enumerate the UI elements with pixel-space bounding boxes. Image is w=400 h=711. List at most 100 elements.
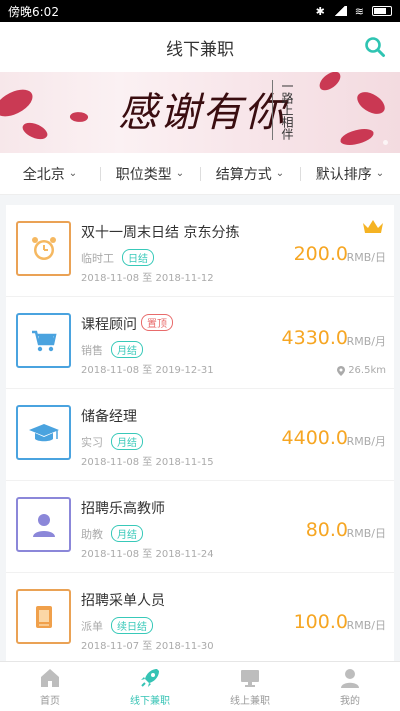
chevron-down-icon: ⌄ [175,168,185,179]
filter-label: 默认排序 [315,166,372,183]
shopping-cart-icon [31,330,57,351]
filter-settlement[interactable]: 结算方式 ⌄ [200,164,300,184]
pinned-tag: 置顶 [141,314,173,331]
job-category-text: 实习 [81,436,103,449]
job-dates: 2018-11-07 至 2018-11-30 [81,641,214,652]
job-icon-frame [16,497,71,552]
tab-offline-jobs[interactable]: 线下兼职 [100,662,200,711]
job-title-text: 课程顾问 [81,317,137,333]
settlement-tag: 续日结 [111,617,153,634]
nav-bar: 线下兼职 [0,22,400,72]
job-category-text: 派单 [81,620,103,633]
filter-sort[interactable]: 默认排序 ⌄ [300,164,400,184]
filter-job-type[interactable]: 职位类型 ⌄ [100,164,200,184]
job-item[interactable]: 招聘乐高教师 助教 月结 2018-11-08 至 2018-11-24 80.0… [6,481,394,573]
job-list: 双十一周末日结 京东分拣 临时工 日结 2018-11-08 至 2018-11-… [6,205,394,661]
job-title: 招聘乐高教师 [81,498,165,518]
settlement-tag: 月结 [111,341,143,358]
promo-banner[interactable]: 感谢有你 一路上相伴 [0,72,400,153]
tab-profile[interactable]: 我的 [300,662,400,711]
job-price: 80.0 [305,519,348,541]
bottom-tab-bar: 首页 线下兼职 线上兼职 我的 [0,661,400,711]
job-price-unit: RMB/日 [346,527,386,540]
job-icon-frame [16,313,71,368]
tab-label: 我的 [340,695,360,707]
petal-decoration [339,127,375,147]
job-icon-frame [16,405,71,460]
job-category: 助教 月结 [81,525,143,542]
tab-label: 线上兼职 [230,695,270,707]
job-title-text: 双十一周末日结 京东分拣 [81,225,240,241]
job-category-text: 临时工 [81,252,114,265]
crown-icon [363,220,383,233]
job-title: 课程顾问 置顶 [81,314,173,334]
job-price: 4330.0 [281,327,348,349]
job-category: 实习 月结 [81,433,143,450]
job-dates: 2018-11-08 至 2019-12-31 [81,365,214,376]
location-pin-icon [337,365,346,376]
chevron-down-icon: ⌄ [375,168,385,179]
job-category: 销售 月结 [81,341,143,358]
tab-label: 首页 [40,695,60,707]
banner-subtitle: 一路上相伴 [272,80,294,140]
user-icon [341,668,359,688]
status-time: 傍晚6:02 [8,4,59,19]
chevron-down-icon: ⌄ [68,168,78,179]
job-item[interactable]: 招聘采单人员 派单 续日结 2018-11-07 至 2018-11-30 100… [6,573,394,661]
job-item[interactable]: 双十一周末日结 京东分拣 临时工 日结 2018-11-08 至 2018-11-… [6,205,394,297]
monitor-icon [241,669,259,687]
job-item[interactable]: 储备经理 实习 月结 2018-11-08 至 2018-11-15 4400.0… [6,389,394,481]
job-distance-text: 26.5km [348,365,386,376]
job-category-text: 销售 [81,344,103,357]
wifi-icon: ≋ [354,4,364,18]
petal-decoration [0,85,37,121]
settlement-tag: 日结 [122,249,154,266]
settlement-tag: 月结 [111,525,143,542]
job-price-unit: RMB/日 [346,619,386,632]
pagination-dot [383,140,388,145]
job-item[interactable]: 课程顾问 置顶 销售 月结 2018-11-08 至 2019-12-31 4330… [6,297,394,389]
job-title: 储备经理 [81,406,137,426]
tab-label: 线下兼职 [130,695,170,707]
filter-label: 结算方式 [215,166,272,183]
status-bar: 傍晚6:02 ✱ ≋ [0,0,400,22]
page-title: 线下兼职 [166,39,234,60]
job-price: 4400.0 [281,427,348,449]
tab-home[interactable]: 首页 [0,662,100,711]
banner-title: 感谢有你 [118,90,286,136]
job-title-text: 招聘采单人员 [81,593,165,609]
job-icon-frame [16,589,71,644]
job-price-unit: RMB/月 [346,335,386,348]
graduation-cap-icon [28,423,59,441]
job-title-text: 招聘乐高教师 [81,501,165,517]
rocket-icon [141,668,159,687]
job-category-text: 助教 [81,528,103,541]
job-price: 100.0 [293,611,348,633]
job-dates: 2018-11-08 至 2018-11-24 [81,549,214,560]
person-icon [32,513,55,537]
petal-decoration [353,86,389,120]
search-icon[interactable] [364,36,386,58]
home-icon [41,668,59,687]
job-price: 200.0 [293,243,348,265]
battery-icon [372,6,392,16]
job-title: 双十一周末日结 京东分拣 [81,222,239,242]
filter-bar: 全北京 ⌄ 职位类型 ⌄ 结算方式 ⌄ 默认排序 ⌄ [0,153,400,195]
banner-pagination [383,140,388,145]
job-dates: 2018-11-08 至 2018-11-15 [81,457,214,468]
petal-decoration [316,72,344,94]
job-title: 招聘采单人员 [81,590,165,610]
petal-decoration [69,110,89,124]
status-icons: ✱ ≋ [316,5,392,18]
document-icon [35,605,52,628]
alarm-clock-icon [31,236,56,260]
tab-online-jobs[interactable]: 线上兼职 [200,662,300,711]
bluetooth-icon: ✱ [315,4,325,18]
job-dates: 2018-11-08 至 2018-11-12 [81,273,214,284]
job-category: 派单 续日结 [81,617,153,634]
signal-icon [332,6,347,16]
settlement-tag: 月结 [111,433,143,450]
filter-city[interactable]: 全北京 ⌄ [0,164,100,184]
filter-label: 职位类型 [115,166,172,183]
job-distance: 26.5km [337,365,386,376]
